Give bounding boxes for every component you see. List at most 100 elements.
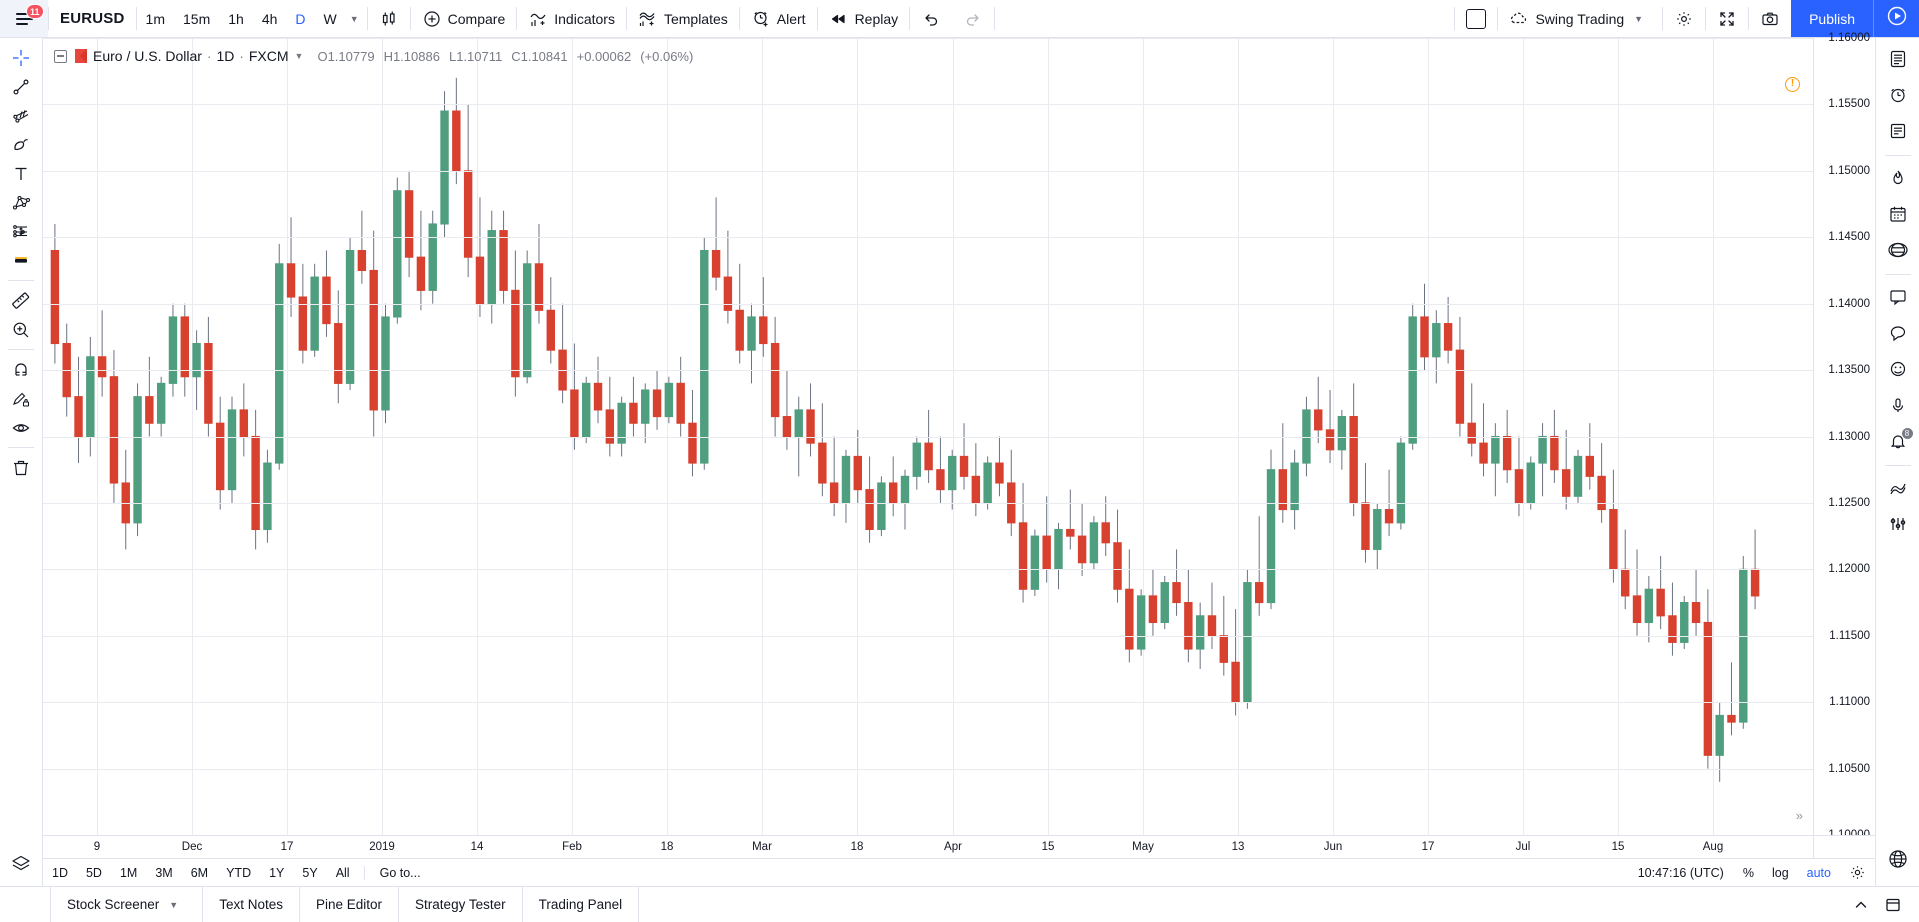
symbol-search-button[interactable]: EURUSD	[49, 0, 136, 37]
private-chat-icon[interactable]	[1879, 352, 1917, 386]
chart-clock: 10:47:16 (UTC)	[1637, 865, 1724, 880]
forecast-icon[interactable]	[2, 217, 40, 246]
stream-icon[interactable]	[1879, 388, 1917, 422]
chevron-up-icon[interactable]	[1847, 891, 1875, 919]
stock-screener-chevron-down-icon[interactable]: ▼	[165, 900, 186, 910]
price-axis-label: 1.13000	[1828, 431, 1870, 443]
warning-icon[interactable]: !	[1785, 77, 1800, 92]
interval-group: 1m 15m 1h 4h D W ▼	[137, 0, 367, 37]
hotlists-icon[interactable]	[1879, 161, 1917, 195]
ohlc-close: C1.10841	[511, 48, 568, 64]
zoom-in-icon[interactable]	[2, 315, 40, 344]
tab-strategy-tester[interactable]: Strategy Tester	[399, 887, 523, 922]
range-1d[interactable]: 1D	[43, 859, 77, 886]
tab-stock-screener[interactable]: Stock Screener ▼	[50, 887, 204, 922]
layout-name-label: Swing Trading	[1535, 10, 1625, 27]
measure-ruler-icon[interactable]	[2, 286, 40, 315]
legend-title[interactable]: Euro / U.S. Dollar	[93, 48, 202, 64]
save-layout-button[interactable]: Swing Trading ▼	[1498, 0, 1662, 37]
browse-globe-icon[interactable]	[1879, 842, 1917, 876]
ideas-icon[interactable]	[1879, 280, 1917, 314]
magnet-icon[interactable]	[2, 355, 40, 384]
snapshot-button[interactable]	[1749, 0, 1791, 37]
tab-pine-editor[interactable]: Pine Editor	[300, 887, 400, 922]
range-5d[interactable]: 5D	[77, 859, 111, 886]
collapse-icon[interactable]	[54, 49, 67, 63]
interval-4h[interactable]: 4h	[253, 0, 287, 37]
ideas-chart-icon[interactable]	[1879, 471, 1917, 505]
interval-d[interactable]: D	[286, 0, 314, 37]
log-scale-button[interactable]: log	[1763, 859, 1798, 886]
panel-fullscreen-icon[interactable]	[1879, 891, 1907, 919]
interval-chevron-down-icon[interactable]: ▼	[346, 14, 367, 24]
interval-1h[interactable]: 1h	[219, 0, 253, 37]
layout-select-button[interactable]	[1455, 0, 1497, 37]
bottom-tab-bar: Stock Screener ▼ Text Notes Pine Editor …	[0, 886, 1919, 922]
range-ytd[interactable]: YTD	[217, 859, 260, 886]
interval-w[interactable]: W	[315, 0, 346, 37]
publish-play-button[interactable]	[1873, 0, 1919, 37]
alerts-icon[interactable]	[1879, 78, 1917, 112]
range-1m[interactable]: 1M	[111, 859, 146, 886]
long-position-icon[interactable]	[2, 246, 40, 275]
legend-chevron-down-icon[interactable]: ▼	[295, 51, 304, 61]
remove-drawings-icon[interactable]	[2, 453, 40, 482]
templates-button[interactable]: Templates	[627, 0, 739, 37]
chart-style-button[interactable]	[368, 0, 410, 37]
chart-pane[interactable]: Euro / U.S. Dollar · 1D · FXCM ▼ O1.1077…	[43, 38, 1813, 835]
tab-trading-panel[interactable]: Trading Panel	[523, 887, 640, 922]
chart-settings-button[interactable]	[1663, 0, 1705, 37]
chart-properties-button[interactable]	[1840, 864, 1875, 881]
fullscreen-button[interactable]	[1706, 0, 1748, 37]
undo-button[interactable]	[910, 0, 952, 37]
range-6m[interactable]: 6M	[182, 859, 217, 886]
watchlist-icon[interactable]	[1879, 42, 1917, 76]
patterns-icon[interactable]	[2, 188, 40, 217]
drawing-lock-icon[interactable]	[2, 384, 40, 413]
text-icon[interactable]	[2, 159, 40, 188]
order-panel-icon[interactable]	[1879, 507, 1917, 541]
price-axis[interactable]: 1.16000 1.15500 1.15000 1.14500 1.14000 1.135…	[1813, 32, 1875, 841]
object-tree-icon[interactable]	[2, 849, 40, 878]
price-axis-label: 1.10500	[1828, 763, 1870, 775]
range-1y[interactable]: 1Y	[260, 859, 293, 886]
fib-retracement-icon[interactable]	[2, 101, 40, 130]
interval-15m[interactable]: 15m	[174, 0, 219, 37]
range-all[interactable]: All	[327, 859, 359, 886]
trend-line-icon[interactable]	[2, 72, 40, 101]
price-axis-label: 1.12500	[1828, 497, 1870, 509]
layout-chevron-down-icon[interactable]: ▼	[1630, 14, 1651, 24]
publish-label: Publish	[1809, 10, 1855, 27]
news-icon[interactable]	[1879, 233, 1917, 267]
notifications-icon[interactable]: 8	[1879, 424, 1917, 458]
tab-text-notes[interactable]: Text Notes	[203, 887, 300, 922]
hide-drawings-icon[interactable]	[2, 413, 40, 442]
main-menu-button[interactable]: 11	[0, 0, 48, 37]
data-window-icon[interactable]	[1879, 114, 1917, 148]
top-toolbar: 11 EURUSD 1m 15m 1h 4h D W ▼ Compare Ind…	[0, 0, 1919, 38]
goto-date-button[interactable]: Go to...	[370, 866, 431, 880]
plus-circle-icon	[422, 9, 442, 29]
calendar-icon[interactable]	[1879, 197, 1917, 231]
time-axis-label: Aug	[1702, 841, 1724, 853]
range-5y[interactable]: 5Y	[293, 859, 326, 886]
cross-cursor-icon[interactable]	[2, 43, 40, 72]
bottom-bar-controls	[1847, 887, 1919, 922]
brush-icon[interactable]	[2, 130, 40, 159]
indicators-button[interactable]: Indicators	[517, 0, 626, 37]
range-3m[interactable]: 3M	[146, 859, 181, 886]
replay-button[interactable]: Replay	[818, 0, 910, 37]
time-axis[interactable]: 9 Dec 17 2019 14 Feb 18 Mar 18 Apr 15 May 13 Jun 17 Jul…	[43, 835, 1875, 858]
public-chat-icon[interactable]	[1879, 316, 1917, 350]
price-axis-label: 1.15500	[1828, 98, 1870, 110]
tab-label: Stock Screener	[67, 897, 160, 912]
alert-button[interactable]: Alert	[740, 0, 817, 37]
percent-scale-button[interactable]: %	[1734, 859, 1763, 886]
compare-button[interactable]: Compare	[411, 0, 517, 37]
redo-button[interactable]	[952, 0, 994, 37]
interval-1m[interactable]: 1m	[137, 0, 174, 37]
double-chevron-right-icon[interactable]: »	[1796, 808, 1803, 823]
gridline-horizontal	[43, 171, 1813, 172]
auto-scale-button[interactable]: auto	[1798, 859, 1840, 886]
